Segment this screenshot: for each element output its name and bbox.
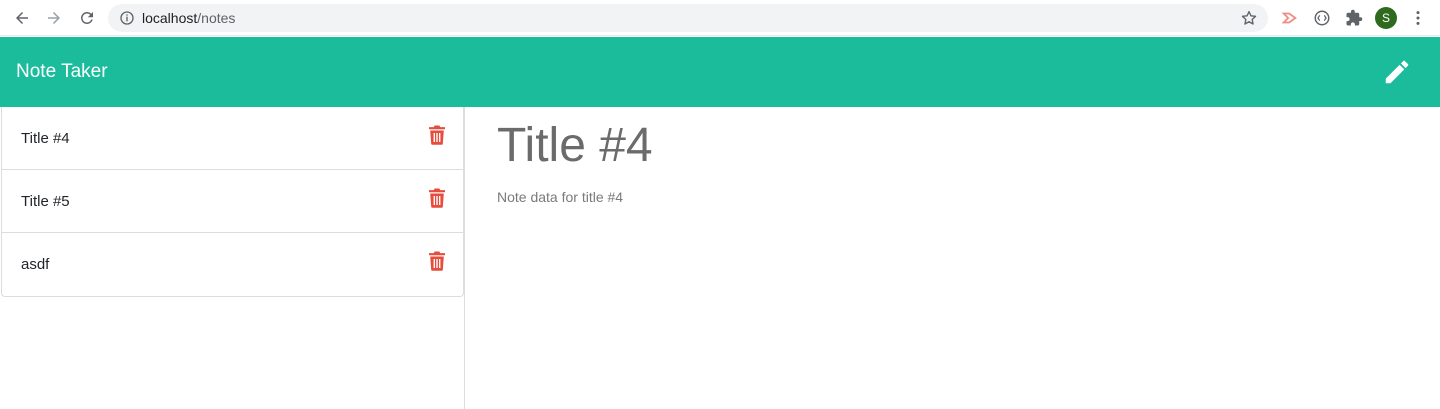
note-list-item[interactable]: Title #4 [2, 107, 463, 170]
note-list-item-title: asdf [21, 256, 50, 273]
app-navbar: Note Taker [0, 37, 1440, 107]
extension-red-icon[interactable] [1280, 8, 1300, 28]
trash-icon[interactable] [428, 125, 446, 145]
note-list-item[interactable]: Title #5 [2, 170, 463, 233]
url-path: /notes [197, 10, 236, 26]
forward-arrow-icon[interactable] [43, 7, 65, 29]
extensions-puzzle-icon[interactable] [1344, 8, 1364, 28]
note-list-item-title: Title #5 [21, 193, 70, 210]
reload-icon[interactable] [76, 7, 98, 29]
trash-icon[interactable] [428, 251, 446, 271]
bookmark-star-icon[interactable] [1240, 9, 1258, 27]
extension-circle-icon[interactable] [1312, 8, 1332, 28]
note-editor: Title #4 Note data for title #4 [465, 107, 1440, 409]
back-arrow-icon[interactable] [11, 7, 33, 29]
note-text[interactable]: Note data for title #4 [497, 188, 623, 206]
url-text: localhost/notes [142, 10, 235, 26]
note-title[interactable]: Title #4 [497, 119, 653, 173]
url-host: localhost [142, 10, 198, 26]
address-bar[interactable]: localhost/notes [108, 4, 1268, 32]
brand-title[interactable]: Note Taker [16, 61, 108, 83]
more-menu-icon[interactable] [1408, 8, 1428, 28]
profile-avatar[interactable]: S [1375, 7, 1397, 29]
pencil-icon[interactable] [1382, 57, 1412, 87]
notes-sidebar: Title #4 Title #5 asdf [0, 107, 465, 409]
browser-toolbar: localhost/notes S [0, 0, 1440, 36]
note-list-item[interactable]: asdf [2, 233, 463, 296]
info-icon[interactable] [119, 10, 135, 26]
note-list-item-title: Title #4 [21, 130, 70, 147]
trash-icon[interactable] [428, 188, 446, 208]
note-list: Title #4 Title #5 asdf [1, 107, 464, 297]
